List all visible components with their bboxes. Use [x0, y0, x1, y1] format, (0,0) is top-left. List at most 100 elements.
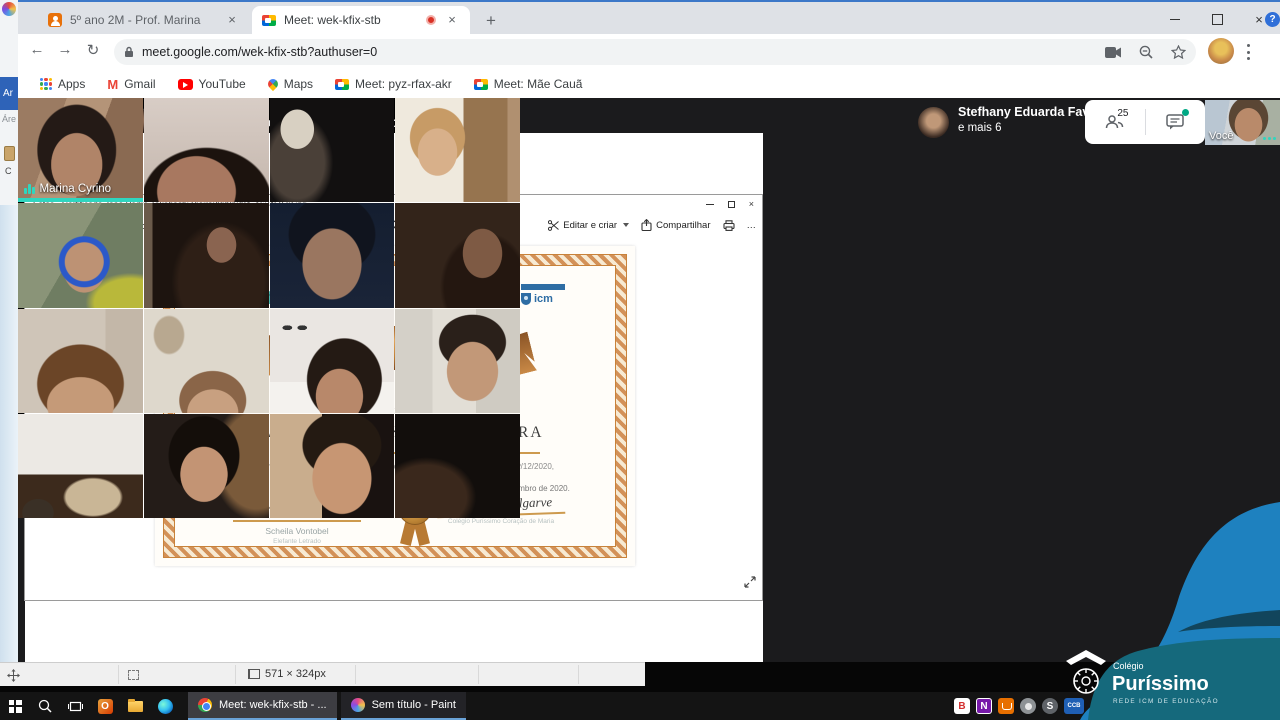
participant-video-tile[interactable] [395, 98, 520, 203]
edge-icon[interactable] [150, 692, 180, 720]
windows-taskbar: O Meet: wek-kfix-stb - ... Sem título - … [0, 692, 1280, 720]
classroom-favicon [48, 13, 62, 27]
start-button[interactable] [0, 692, 30, 720]
paint-canvas-sliver[interactable] [0, 205, 20, 662]
taskbar-paint-task[interactable]: Sem título - Paint [340, 692, 466, 720]
tray-icon-b[interactable]: B [954, 698, 970, 714]
edit-create-button[interactable]: Editar e criar [548, 220, 630, 231]
speaker-name: Marina Cyrino [39, 183, 112, 196]
new-tab-button[interactable]: + [480, 11, 502, 31]
participant-name-label: Marina Cyrino [24, 183, 111, 195]
zoom-icon[interactable] [1139, 45, 1153, 59]
photos-toolbar-right: Editar e criar Compartilhar … [548, 219, 756, 231]
bookmarks-bar: Apps M Gmail YouTube Maps Meet: pyz-rfax… [18, 70, 1280, 98]
tray-icon-gray[interactable] [1020, 698, 1036, 714]
bookmark-label: Gmail [124, 77, 156, 91]
participant-video-tile[interactable] [143, 98, 269, 203]
minimize-button[interactable] [1154, 4, 1196, 34]
print-icon[interactable] [722, 219, 735, 231]
image-size-icon [248, 669, 260, 679]
forward-button[interactable]: → [54, 41, 76, 58]
participant-video-tile[interactable]: Marina Cyrino [18, 98, 143, 203]
bookmark-label: Meet: Mãe Cauã [493, 77, 583, 91]
participant-video-tile[interactable] [18, 203, 143, 308]
photos-close-button[interactable]: × [749, 199, 754, 209]
participant-video-tile[interactable] [269, 203, 395, 308]
file-explorer-icon[interactable] [120, 692, 150, 720]
tab-recording-icon [426, 15, 436, 25]
participant-video-tile[interactable] [143, 413, 269, 518]
self-video-tile[interactable]: Você [1205, 100, 1280, 145]
expand-diagonal-icon[interactable] [744, 576, 756, 588]
participant-video-tile[interactable] [269, 98, 395, 203]
participant-video-tile[interactable] [395, 413, 520, 518]
tray-icon-onenote[interactable]: N [976, 698, 992, 714]
participant-video-tile[interactable] [18, 308, 143, 413]
share-icon [641, 219, 652, 231]
icm-label: icm [534, 293, 553, 305]
selection-size-icon [128, 670, 139, 680]
image-size-indicator: 571 × 324px [248, 668, 326, 680]
watermark-line-1: Colégio [1113, 661, 1144, 671]
bookmark-apps[interactable]: Apps [40, 77, 85, 91]
more-options-icon[interactable]: … [747, 220, 757, 231]
bookmark-meet-2[interactable]: Meet: Mãe Cauã [473, 77, 583, 91]
meet-favicon [262, 14, 276, 26]
task-view-icon [67, 701, 83, 711]
status-divider [578, 665, 579, 684]
bookmark-maps[interactable]: Maps [265, 76, 313, 92]
tray-icon-java[interactable] [998, 698, 1014, 714]
task-label: Sem título - Paint [371, 699, 456, 711]
taskbar-search-button[interactable] [30, 692, 60, 720]
participant-video-tile[interactable] [143, 308, 269, 413]
browser-menu-icon[interactable] [1246, 42, 1250, 62]
maximize-button[interactable] [1196, 4, 1238, 34]
tray-icon-s[interactable]: S [1042, 698, 1058, 714]
window-controls: × [1154, 4, 1280, 34]
self-label: Você [1209, 130, 1234, 142]
participant-video-tile[interactable] [269, 413, 395, 518]
tab-close-icon[interactable]: × [444, 12, 460, 28]
profile-avatar[interactable] [1208, 38, 1234, 64]
url-bar[interactable]: meet.google.com/wek-kfix-stb?authuser=0 [114, 39, 1196, 65]
participants-button[interactable]: 25 [1085, 100, 1145, 144]
reload-button[interactable]: ↻ [82, 41, 104, 59]
photos-window-controls: × [705, 195, 758, 213]
bookmark-gmail[interactable]: M Gmail [107, 77, 155, 92]
participant-video-tile[interactable] [395, 308, 520, 413]
participant-video-tile[interactable] [143, 203, 269, 308]
maps-icon [265, 76, 280, 92]
paint-paste-icon[interactable] [4, 146, 15, 161]
paint-window-sliver: Ar Áre C [0, 0, 20, 662]
chat-button[interactable] [1146, 100, 1206, 144]
task-view-button[interactable] [60, 692, 90, 720]
tab-close-icon[interactable]: × [224, 12, 240, 28]
camera-icon[interactable] [1105, 46, 1121, 58]
chrome-window: 5º ano 2M - Prof. Marina × Meet: wek-kfi… [18, 0, 1280, 662]
paint-file-menu[interactable]: Ar [0, 77, 20, 110]
office-icon[interactable]: O [90, 692, 120, 720]
share-button[interactable]: Compartilhar [641, 219, 711, 231]
background-help-icon: ? [1265, 12, 1280, 27]
participant-video-tile[interactable] [269, 308, 395, 413]
status-divider [355, 665, 356, 684]
back-button[interactable]: ← [26, 41, 48, 58]
bookmark-star-icon[interactable] [1171, 45, 1186, 59]
bookmark-meet-1[interactable]: Meet: pyz-rfax-akr [335, 77, 452, 91]
taskbar-chrome-task[interactable]: Meet: wek-kfix-stb - ... [188, 692, 337, 720]
meet-icon [473, 78, 488, 90]
tab-meet[interactable]: Meet: wek-kfix-stb × [252, 6, 470, 34]
participant-video-tile[interactable] [18, 413, 143, 518]
photos-maximize-button[interactable] [727, 200, 735, 208]
participant-video-tile[interactable] [395, 203, 520, 308]
tab-strip: 5º ano 2M - Prof. Marina × Meet: wek-kfi… [18, 2, 1280, 34]
photos-minimize-button[interactable] [705, 203, 714, 205]
participant-grid: Marina Cyrino [18, 98, 520, 518]
tray-icon-ccb[interactable]: CCB [1064, 698, 1084, 714]
youtube-icon [177, 78, 193, 90]
move-cursor-icon [7, 669, 20, 682]
share-label: Compartilhar [656, 219, 711, 231]
tab-classroom[interactable]: 5º ano 2M - Prof. Marina × [38, 6, 250, 34]
bookmark-youtube[interactable]: YouTube [177, 77, 246, 91]
image-size-value: 571 × 324px [265, 668, 326, 680]
